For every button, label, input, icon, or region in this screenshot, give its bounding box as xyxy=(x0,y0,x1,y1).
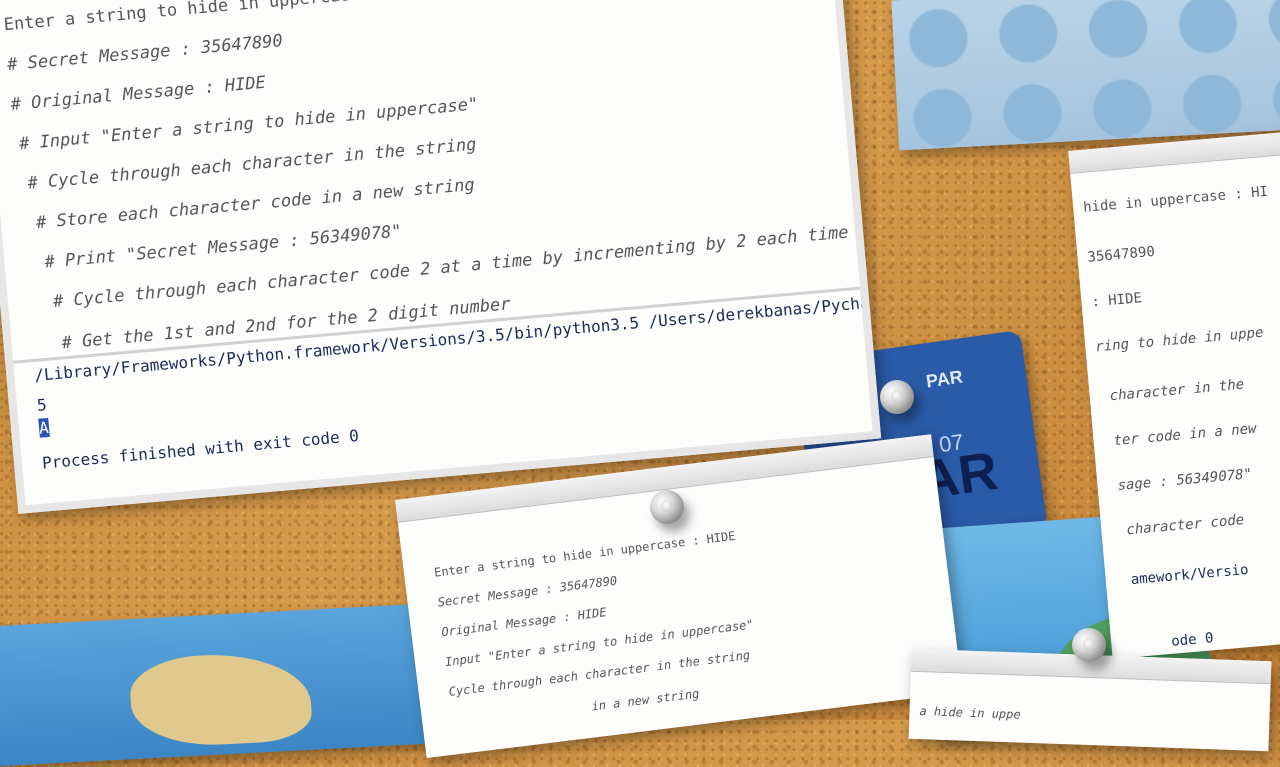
push-pin-icon xyxy=(880,380,914,414)
run-output-line: 5 xyxy=(36,395,48,415)
code-line: Secret Message : 35647890 xyxy=(436,573,618,610)
map-photo-left xyxy=(0,603,444,767)
polka-dot-photo xyxy=(891,0,1280,151)
push-pin-icon xyxy=(650,490,684,524)
code-line: character code xyxy=(1125,512,1245,539)
code-line: character in the xyxy=(1109,376,1245,405)
code-line: : HIDE xyxy=(1090,290,1143,311)
code-line: in a new string xyxy=(590,686,701,714)
run-output-line-selected: A xyxy=(38,417,50,438)
ide-window-corner: a hide in uppe xyxy=(908,648,1272,752)
ide-window-main: Enter a string to hide in uppercase : HI… xyxy=(0,0,882,514)
tag-label-top: PAR xyxy=(924,366,964,392)
exit-line: Process finished with exit code 0 xyxy=(41,425,360,473)
code-line: # Original Message : HIDE xyxy=(9,72,267,115)
script-lettering-decoration xyxy=(980,0,1014,81)
code-line: # Print "Secret Message : 56349078" xyxy=(43,221,403,273)
code-line: ring to hide in uppe xyxy=(1094,324,1265,356)
run-line: amework/Versio xyxy=(1130,561,1250,589)
code-line: 35647890 xyxy=(1086,243,1156,266)
exit-line: ode 0 xyxy=(1170,630,1215,650)
code-line: # Secret Message : 35647890 xyxy=(6,31,284,76)
ide-window-bottom: Enter a string to hide in uppercase : HI… xyxy=(395,434,963,759)
code-line: hide in uppercase : HI xyxy=(1082,183,1269,216)
code-line: sage : 56349078" xyxy=(1116,466,1253,494)
push-pin-icon xyxy=(1072,628,1106,662)
code-line: Enter a string to hide in uppercase : HI… xyxy=(2,0,433,36)
code-line: Original Message : HIDE xyxy=(440,605,608,640)
code-line: Enter a string to hide in uppercase : HI… xyxy=(433,528,737,580)
code-line: a hide in uppe xyxy=(919,704,1021,722)
code-line: ter code in a new xyxy=(1112,420,1258,450)
